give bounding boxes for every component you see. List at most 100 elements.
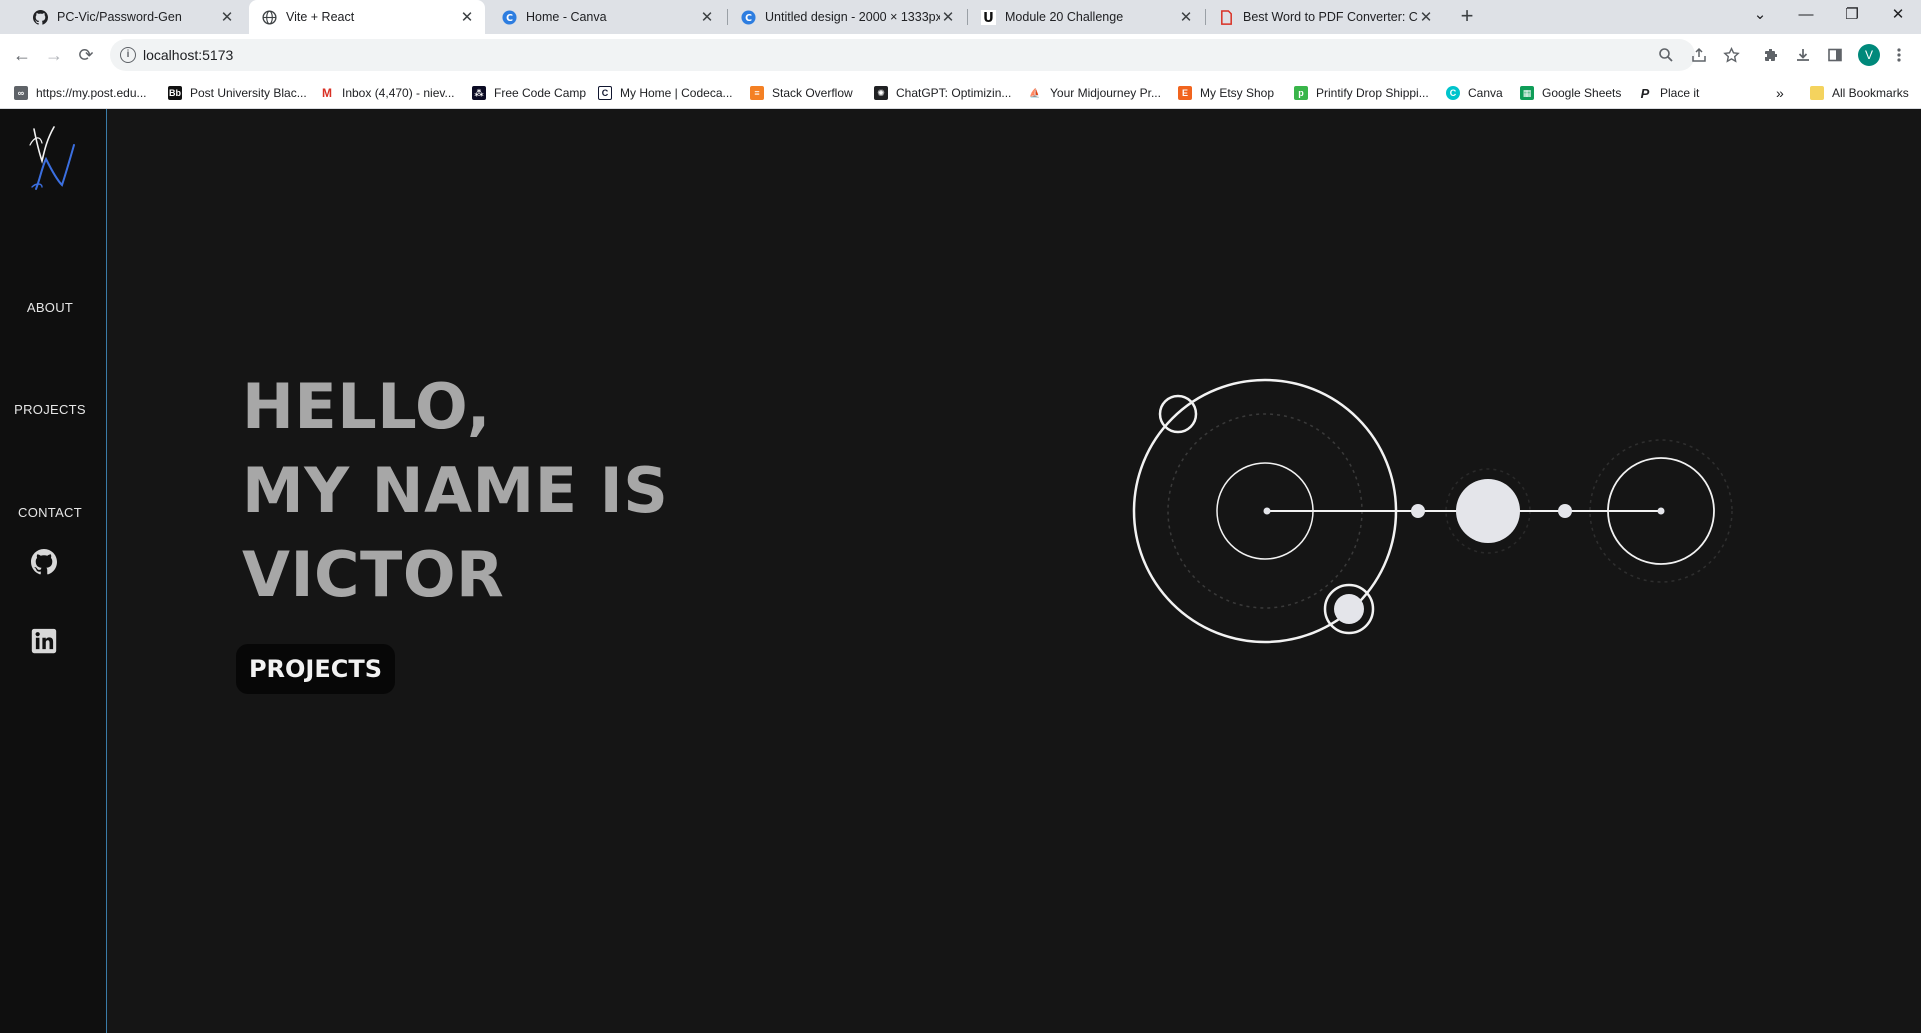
tab-title: Vite + React (286, 10, 355, 24)
tab-home-canva[interactable]: C Home - Canva ✕ (489, 0, 725, 34)
bookmark-label: Your Midjourney Pr... (1050, 86, 1161, 100)
bookmark-label: All Bookmarks (1832, 86, 1909, 100)
center-dot (1263, 507, 1271, 515)
close-icon[interactable]: ✕ (219, 8, 235, 26)
bookmark-post-university[interactable]: Bb Post University Blac... (168, 83, 307, 103)
link-icon: ∞ (14, 86, 28, 100)
gmail-icon: M (320, 86, 334, 100)
logo[interactable] (28, 123, 84, 195)
canva-icon: C (1446, 86, 1460, 100)
hero-line-name: VICTOR (242, 538, 505, 611)
forward-icon[interactable]: → (40, 41, 68, 69)
stackoverflow-icon: ≡ (750, 86, 764, 100)
tab-title: Best Word to PDF Converter: Co (1243, 10, 1418, 24)
tab-module-20[interactable]: U Module 20 Challenge ✕ (968, 0, 1204, 34)
bookmark-gmail[interactable]: M Inbox (4,470) - niev... (320, 83, 455, 103)
hero-heading: HELLO, MY NAME IS VICTOR (242, 365, 668, 617)
placeit-icon: P (1638, 86, 1652, 101)
download-icon[interactable] (1792, 44, 1814, 66)
tab-search-icon[interactable]: ⌄ (1737, 0, 1783, 30)
bookmark-label: Post University Blac... (190, 86, 307, 100)
bottom-satellite-core (1334, 594, 1364, 624)
share-icon[interactable] (1688, 44, 1710, 66)
nav-projects[interactable]: PROJECTS (0, 402, 100, 417)
side-panel-icon[interactable] (1824, 44, 1846, 66)
tab-title: Home - Canva (526, 10, 607, 24)
portfolio-page: ABOUT PROJECTS CONTACT HELLO, MY NAME IS… (0, 109, 1921, 1033)
tab-title: PC-Vic/Password-Gen (57, 10, 182, 24)
restore-icon[interactable]: ❐ (1829, 0, 1875, 30)
chatgpt-icon: ✺ (874, 86, 888, 100)
projects-button[interactable]: PROJECTS (236, 644, 395, 694)
folder-icon (1810, 86, 1824, 100)
bookmark-label: Inbox (4,470) - niev... (342, 86, 455, 100)
back-icon[interactable]: ← (8, 41, 36, 69)
bookmark-chatgpt[interactable]: ✺ ChatGPT: Optimizin... (874, 83, 1011, 103)
tab-title: Untitled design - 2000 × 1333px (765, 10, 940, 24)
bookmark-label: Canva (1468, 86, 1503, 100)
close-icon[interactable]: ✕ (699, 8, 715, 26)
codecademy-icon: C (598, 86, 612, 100)
tab-untitled-design[interactable]: C Untitled design - 2000 × 1333px ✕ (728, 0, 966, 34)
new-tab-button[interactable]: + (1454, 4, 1480, 30)
tab-word-to-pdf[interactable]: Best Word to PDF Converter: Co ✕ (1206, 0, 1444, 34)
midjourney-icon: ⛵ (1028, 86, 1042, 100)
canva-icon: C (740, 9, 756, 25)
profile-avatar[interactable]: V (1858, 44, 1880, 66)
bookmark-placeit[interactable]: P Place it (1638, 83, 1699, 103)
bookmark-label: Printify Drop Shippi... (1316, 86, 1429, 100)
bookmark-post-edu[interactable]: ∞ https://my.post.edu... (14, 83, 147, 103)
github-icon (32, 9, 48, 25)
svg-text:U: U (983, 11, 994, 25)
bookmark-label: ChatGPT: Optimizin... (896, 86, 1012, 100)
site-info-icon[interactable]: i (120, 47, 136, 63)
address-bar[interactable]: i localhost:5173 (110, 39, 1695, 71)
linkedin-icon[interactable] (31, 628, 57, 654)
close-icon[interactable]: ✕ (1178, 8, 1194, 26)
blackboard-icon: Bb (168, 86, 182, 100)
hero-line-my-name-is: MY NAME IS (242, 454, 669, 527)
svg-text:C: C (745, 12, 752, 23)
bookmarks-bar: ∞ https://my.post.edu... Bb Post Universit… (0, 76, 1921, 109)
all-bookmarks-button[interactable]: All Bookmarks (1810, 83, 1909, 103)
bookmark-midjourney[interactable]: ⛵ Your Midjourney Pr... (1028, 83, 1161, 103)
browser-toolbar: ← → ⟳ i localhost:5173 (0, 34, 1921, 76)
reload-icon[interactable]: ⟳ (72, 41, 100, 69)
bookmark-printify[interactable]: p Printify Drop Shippi... (1294, 83, 1429, 103)
browser-tab-strip: PC-Vic/Password-Gen ✕ Vite + React ✕ C H… (0, 0, 1921, 34)
more-bookmarks-button[interactable]: » (1776, 83, 1784, 103)
zoom-icon[interactable] (1655, 44, 1677, 66)
canva-icon: C (501, 9, 517, 25)
bookmark-star-icon[interactable] (1720, 44, 1742, 66)
menu-icon[interactable] (1888, 44, 1910, 66)
sidebar: ABOUT PROJECTS CONTACT (0, 109, 107, 1033)
close-icon[interactable]: ✕ (459, 8, 475, 26)
etsy-icon: E (1178, 86, 1192, 100)
bookmark-stackoverflow[interactable]: ≡ Stack Overflow (750, 83, 853, 103)
close-icon[interactable]: ✕ (1418, 8, 1434, 26)
url-text[interactable]: localhost:5173 (143, 47, 233, 63)
center-planet (1456, 479, 1520, 543)
tab-vite-react[interactable]: Vite + React ✕ (249, 0, 485, 34)
nav-about[interactable]: ABOUT (0, 300, 100, 315)
bookmark-codecademy[interactable]: C My Home | Codeca... (598, 83, 733, 103)
github-icon[interactable] (31, 549, 57, 575)
close-window-icon[interactable]: ✕ (1875, 0, 1921, 30)
printify-icon: p (1294, 86, 1308, 100)
extensions-icon[interactable] (1760, 44, 1782, 66)
u-icon: U (980, 9, 996, 25)
bookmark-label: Google Sheets (1542, 86, 1622, 100)
close-icon[interactable]: ✕ (940, 8, 956, 26)
bookmark-label: My Home | Codeca... (620, 86, 733, 100)
freecodecamp-icon: ⁂ (472, 86, 486, 100)
bookmark-canva[interactable]: C Canva (1446, 83, 1503, 103)
bookmark-etsy[interactable]: E My Etsy Shop (1178, 83, 1274, 103)
connector-node-left (1411, 504, 1425, 518)
tab-password-gen[interactable]: PC-Vic/Password-Gen ✕ (20, 0, 245, 34)
bookmark-google-sheets[interactable]: ▦ Google Sheets (1520, 83, 1621, 103)
orbit-illustration (1132, 378, 1733, 644)
bookmark-freecodecamp[interactable]: ⁂ Free Code Camp (472, 83, 586, 103)
nav-contact[interactable]: CONTACT (0, 505, 100, 520)
minimize-icon[interactable]: — (1783, 0, 1829, 30)
bookmark-label: Stack Overflow (772, 86, 853, 100)
